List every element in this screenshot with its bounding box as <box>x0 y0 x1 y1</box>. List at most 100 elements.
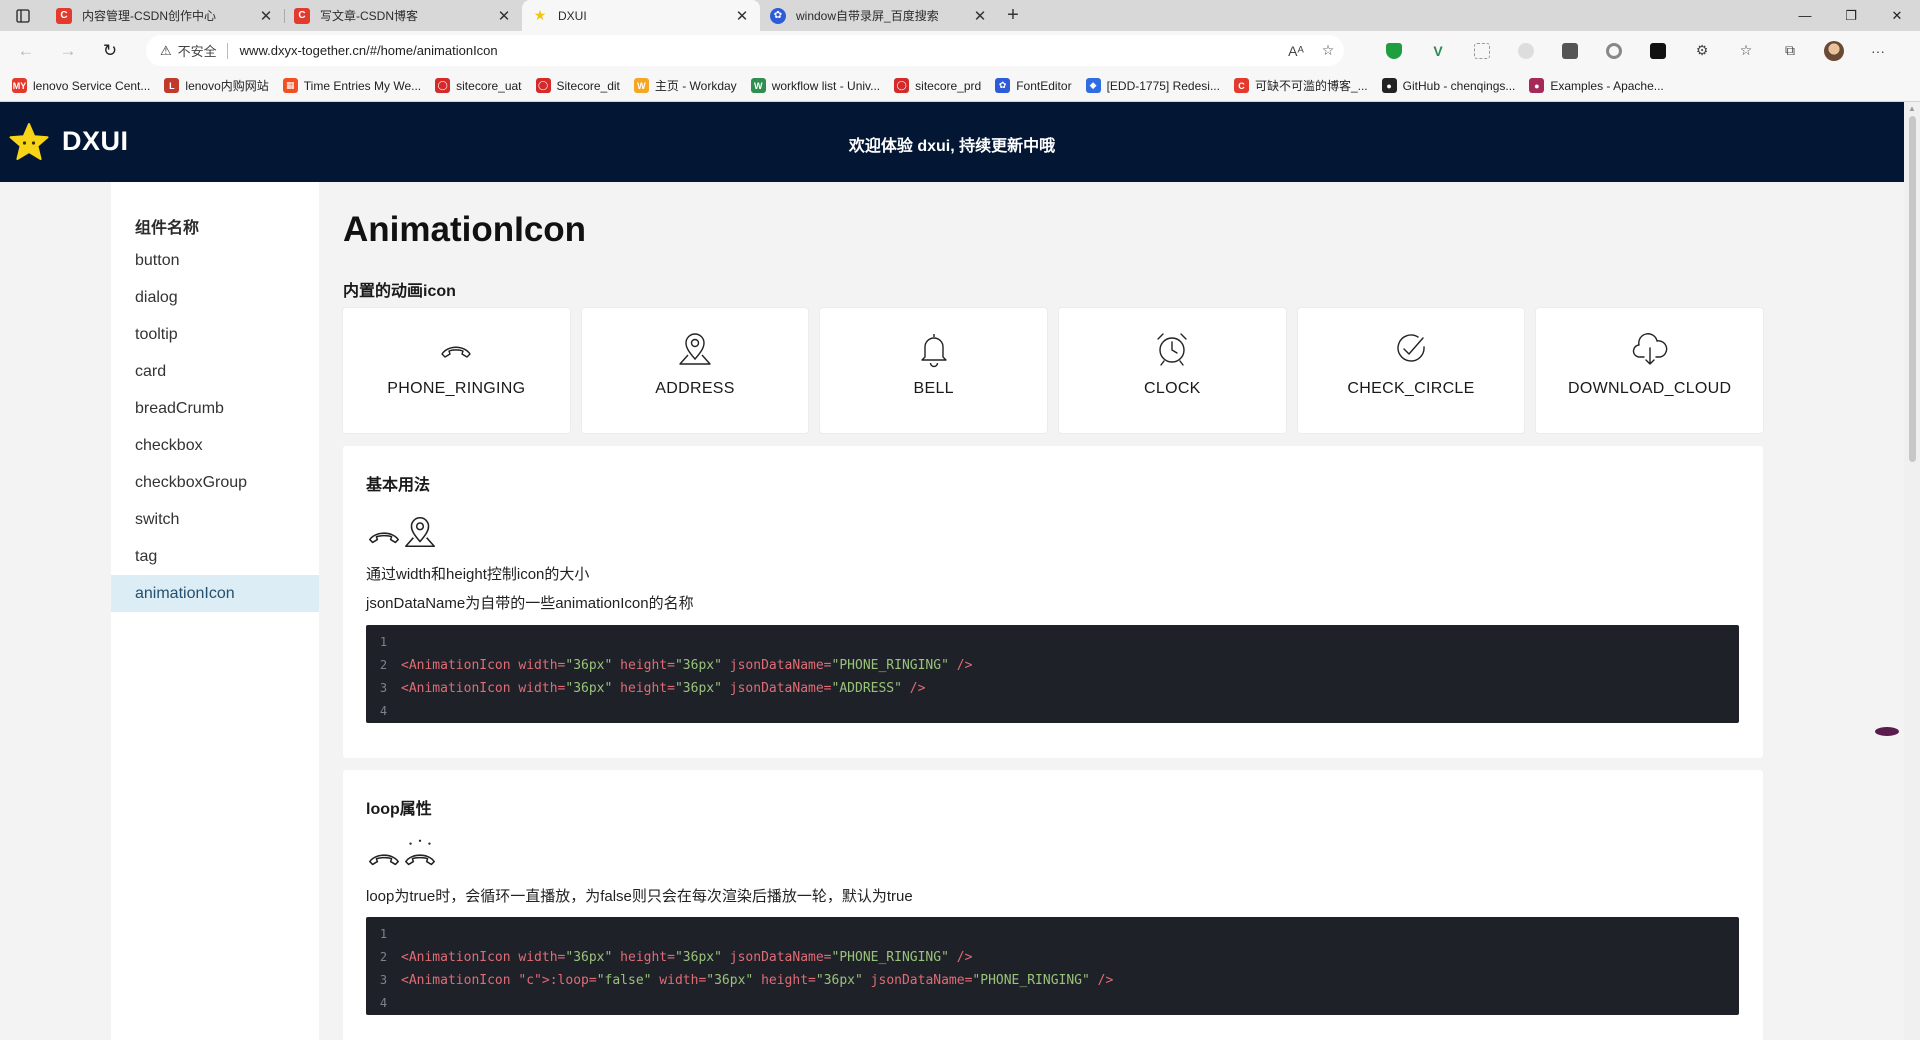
loop-code-block: 1 2 <AnimationIcon width="36px" height="36… <box>366 917 1739 1015</box>
read-aloud-icon[interactable]: A͏ᴬ <box>1280 43 1312 59</box>
csdn-favicon-icon: C <box>294 7 310 24</box>
icon-card-clock[interactable]: CLOCK <box>1059 308 1286 433</box>
new-tab-button[interactable]: + <box>998 0 1028 31</box>
tab-title: 写文章-CSDN博客 <box>320 9 418 23</box>
plus-icon: + <box>1007 4 1019 26</box>
code-text[interactable]: <AnimationIcon "c">:loop="false" width="… <box>401 969 1113 992</box>
insecure-label[interactable]: 不安全 <box>178 41 217 60</box>
puzzle-extensions-icon[interactable]: ⚙ <box>1680 35 1724 66</box>
icon-card-phone-ringing[interactable]: PHONE_RINGING <box>343 308 570 433</box>
basic-code-block: 1 2 <AnimationIcon width="36px" height="36… <box>366 625 1739 723</box>
bookmarks-bar: MY lenovo Service Cent... Llenovo内购网站 ▦ Time… <box>0 70 1920 102</box>
bookmark-item[interactable]: C 可缺不可滥的博客_... <box>1233 77 1368 94</box>
profile-avatar[interactable] <box>1812 35 1856 66</box>
code-text[interactable]: <AnimationIcon width="36px" height="36px… <box>401 654 972 677</box>
omnibox-divider <box>226 42 228 59</box>
scroll-up-icon[interactable]: ▲ <box>1908 104 1916 113</box>
sidebar-item-checkboxgroup[interactable]: checkboxGroup <box>111 464 319 501</box>
restore-icon[interactable]: ❐ <box>1828 0 1874 31</box>
bookmark-item[interactable]: ◯ sitecore_uat <box>435 78 522 93</box>
bookmark-item[interactable]: MY lenovo Service Cent... <box>12 78 150 93</box>
icon-card-row: PHONE_RINGING ADDRESS BELL CLOCK CHECK_C… <box>343 308 1764 433</box>
more-menu-icon[interactable]: ··· <box>1856 35 1900 66</box>
bookmark-item[interactable]: ● GitHub - chenqings... <box>1381 78 1515 93</box>
bookmark-item[interactable]: Wworkflow list - Univ... <box>750 78 880 93</box>
url-text[interactable]: www.dxyx-together.cn/#/home/animationIco… <box>240 43 1280 58</box>
sidebar-item-checkbox[interactable]: checkbox <box>111 427 319 464</box>
bookmark-favicon-icon: ◯ <box>435 78 451 93</box>
tab-close-icon[interactable]: ✕ <box>496 7 512 25</box>
dark-extension-icon[interactable] <box>1636 35 1680 66</box>
reload-button[interactable]: ↻ <box>92 33 128 69</box>
bookmark-item[interactable]: ◯ sitecore_prd <box>894 78 981 93</box>
tab-actions-icon <box>16 8 30 23</box>
sidebar-item-tooltip[interactable]: tooltip <box>111 316 319 353</box>
favorites-icon[interactable]: ☆ <box>1724 35 1768 66</box>
tab-csdn-write[interactable]: C 写文章-CSDN博客 ✕ <box>284 0 522 31</box>
forward-button[interactable]: → <box>50 33 86 69</box>
code-text[interactable]: <AnimationIcon width="36px" height="36px… <box>401 946 972 969</box>
page-scrollbar[interactable]: ▲ <box>1904 102 1920 1040</box>
tab-close-icon[interactable]: ✕ <box>734 7 750 25</box>
bookmark-item[interactable]: W 主页 - Workday <box>633 77 737 94</box>
component-sidebar: 组件名称 button dialog tooltip card breadCrumb ch… <box>111 182 319 1040</box>
url-field[interactable]: ⚠ 不安全 www.dxyx-together.cn/#/home/animat… <box>146 35 1344 66</box>
line-number: 1 <box>379 635 388 649</box>
bookmark-item[interactable]: ◆ [EDD-1775] Redesi... <box>1085 78 1220 93</box>
sidebar-item-dialog[interactable]: dialog <box>111 279 319 316</box>
screenshot-extension-icon[interactable] <box>1460 35 1504 66</box>
sidebar-item-breadcrumb[interactable]: breadCrumb <box>111 390 319 427</box>
tab-close-icon[interactable]: ✕ <box>972 7 988 25</box>
vue-extension-icon[interactable]: V <box>1416 35 1460 66</box>
sidebar-item-card[interactable]: card <box>111 353 319 390</box>
line-number: 3 <box>379 973 388 987</box>
icon-card-address[interactable]: ADDRESS <box>581 308 809 433</box>
floating-widget[interactable] <box>1875 727 1899 736</box>
collections-icon[interactable]: ⧉ <box>1768 35 1812 66</box>
icon-card-bell[interactable]: BELL <box>820 308 1048 433</box>
bookmark-item[interactable]: ▦ Time Entries My We... <box>282 78 421 93</box>
bookmark-item[interactable]: ● Examples - Apache... <box>1529 78 1664 93</box>
line-number: 2 <box>379 950 388 964</box>
circle-extension-icon[interactable] <box>1592 35 1636 66</box>
phone-ringing-icon <box>369 854 399 866</box>
avatar <box>1824 40 1844 61</box>
basic-usage-card: 基本用法 通过width和height控制icon的大小 jsonDataNam… <box>343 446 1763 758</box>
sidebar-group-title: 组件名称 <box>135 220 200 237</box>
bookmark-item[interactable]: Llenovo内购网站 <box>164 77 269 94</box>
icon-card-label: CLOCK <box>1144 380 1201 397</box>
basic-demo-icons <box>366 514 438 550</box>
icon-card-label: DOWNLOAD_CLOUD <box>1568 380 1732 397</box>
sidebar-item-button[interactable]: button <box>111 242 319 279</box>
close-window-icon[interactable]: ✕ <box>1874 0 1920 31</box>
edit-extension-icon[interactable] <box>1548 35 1592 66</box>
scrollbar-thumb[interactable] <box>1909 116 1916 462</box>
tab-close-icon[interactable]: ✕ <box>258 7 274 25</box>
alarm-clock-icon <box>1157 333 1188 366</box>
sidebar-item-animationicon[interactable]: animationIcon <box>111 575 319 612</box>
bookmark-favicon-icon: W <box>633 78 649 93</box>
favorite-star-icon[interactable]: ☆ <box>1312 42 1344 59</box>
tab-csdn-content[interactable]: C 内容管理-CSDN创作中心 ✕ <box>46 0 284 31</box>
bookmark-favicon-icon: W <box>750 78 766 93</box>
star-favicon-icon: ★ <box>533 7 547 23</box>
tab-dxui[interactable]: ★ DXUI ✕ <box>522 0 760 31</box>
tab-baidu[interactable]: ✿ window自带录屏_百度搜索 ✕ <box>760 0 998 31</box>
icon-card-download-cloud[interactable]: DOWNLOAD_CLOUD <box>1536 308 1764 433</box>
bookmark-label: Examples - Apache... <box>1550 78 1664 93</box>
bookmark-item[interactable]: ◯ Sitecore_dit <box>535 78 620 93</box>
sidebar-item-switch[interactable]: switch <box>111 501 319 538</box>
clock-extension-icon[interactable] <box>1504 35 1548 66</box>
shield-extension-icon[interactable] <box>1372 35 1416 66</box>
line-number: 4 <box>379 704 388 718</box>
basic-desc-size: 通过width和height控制icon的大小 <box>366 566 590 583</box>
bookmark-label: lenovo内购网站 <box>185 79 269 93</box>
bookmark-item[interactable]: ✿ FontEditor <box>995 78 1072 93</box>
back-button[interactable]: ← <box>8 33 44 69</box>
code-text[interactable]: <AnimationIcon width="36px" height="36px… <box>401 677 925 700</box>
icon-card-check-circle[interactable]: CHECK_CIRCLE <box>1297 308 1525 433</box>
sidebar-item-tag[interactable]: tag <box>111 538 319 575</box>
code-line: 1 <box>366 631 1739 654</box>
tab-actions-button[interactable] <box>0 0 46 31</box>
minimize-icon[interactable]: — <box>1782 0 1828 31</box>
